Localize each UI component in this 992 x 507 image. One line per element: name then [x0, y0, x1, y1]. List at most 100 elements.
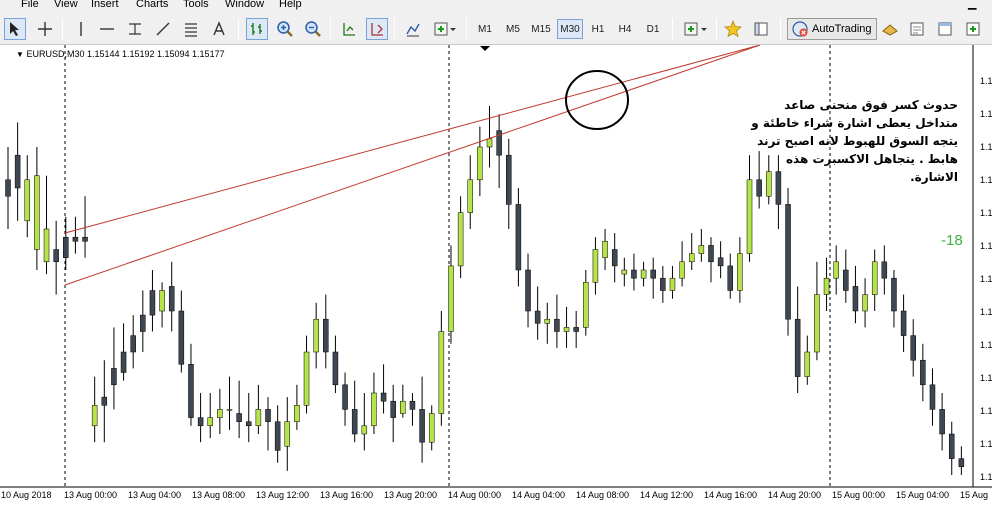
- trendline-lower: [64, 45, 761, 234]
- time-axis-label: 13 Aug 08:00: [192, 490, 246, 500]
- menu-file[interactable]: File: [21, 0, 39, 10]
- time-axis-label: 13 Aug 20:00: [384, 490, 438, 500]
- bear-candle: [958, 458, 965, 468]
- timeframe-m5[interactable]: M5: [502, 19, 524, 39]
- autoscroll-button[interactable]: [366, 18, 388, 40]
- channel-button[interactable]: [124, 18, 146, 40]
- bull-candle: [814, 294, 820, 353]
- bull-candle: [217, 409, 223, 418]
- time-axis-label: 13 Aug 00:00: [64, 490, 118, 500]
- timeframe-m1[interactable]: M1: [474, 19, 496, 39]
- strategy-tester-button[interactable]: [962, 18, 984, 40]
- bear-candle: [63, 236, 69, 258]
- channel-icon: [129, 23, 141, 35]
- crosshair-button[interactable]: [34, 18, 56, 40]
- new-order-button[interactable]: [680, 18, 712, 40]
- cursor-button[interactable]: [4, 18, 26, 40]
- trendline-button[interactable]: [152, 18, 174, 40]
- price-axis-label: 1.1: [980, 109, 992, 119]
- zoom-out-icon: [305, 21, 321, 37]
- bear-candle: [351, 409, 358, 435]
- price-axis-label: 1.1: [980, 406, 992, 416]
- timeframe-m15[interactable]: M15: [528, 19, 554, 39]
- horizontal-line-icon: [100, 28, 114, 30]
- bear-candle: [660, 277, 666, 291]
- menu-help[interactable]: Help: [279, 0, 302, 10]
- zoom-out-button[interactable]: [302, 18, 324, 40]
- horizontal-line-button[interactable]: [96, 18, 118, 40]
- bull-candle: [804, 351, 811, 377]
- toolbar: M1 M5 M15 M30 H1 H4 D1 AutoTrading: [0, 12, 992, 45]
- menu-insert[interactable]: Insert: [91, 0, 119, 10]
- timeframe-h4[interactable]: H4: [614, 19, 636, 39]
- toolbar-separator: [716, 18, 717, 40]
- history-icon: [882, 24, 898, 36]
- bull-candle: [592, 249, 599, 283]
- bear-candle: [785, 204, 791, 320]
- time-axis-label: 14 Aug 08:00: [576, 490, 630, 500]
- menu-view[interactable]: View: [54, 0, 78, 10]
- templates-icon: [434, 22, 456, 36]
- menu-window[interactable]: Window: [225, 0, 264, 10]
- bear-candle: [149, 290, 156, 316]
- menu-charts[interactable]: Charts: [136, 0, 168, 10]
- price-axis-label: 1.1: [980, 340, 992, 350]
- experts-button[interactable]: [906, 18, 928, 40]
- bull-candle: [669, 277, 676, 291]
- text-tool-icon: [213, 21, 225, 36]
- bull-candle: [361, 425, 368, 435]
- bear-candle: [390, 400, 396, 418]
- chart-shift-button[interactable]: [338, 18, 360, 40]
- bear-candle: [515, 204, 522, 271]
- bar-chart-button[interactable]: [246, 18, 268, 40]
- autotrading-button[interactable]: AutoTrading: [787, 18, 877, 40]
- star-icon: [724, 20, 742, 38]
- bear-candle: [82, 236, 88, 242]
- bull-candle: [486, 138, 493, 148]
- minimize-icon[interactable]: ▁: [968, 0, 976, 10]
- bear-candle: [236, 413, 242, 422]
- indicators-button[interactable]: [402, 18, 424, 40]
- time-axis-label: 14 Aug 16:00: [704, 490, 758, 500]
- bear-candle: [611, 249, 618, 267]
- vertical-line-button[interactable]: [70, 18, 92, 40]
- bear-candle: [409, 400, 416, 410]
- bear-candle: [631, 269, 637, 279]
- bear-candle: [534, 310, 541, 324]
- bear-candle: [342, 384, 348, 410]
- bear-candle: [506, 154, 512, 205]
- vertical-line-icon: [80, 22, 82, 36]
- autoscroll-icon: [371, 23, 383, 36]
- bear-candle: [168, 286, 175, 312]
- time-axis-label: 14 Aug 20:00: [768, 490, 822, 500]
- fibonacci-button[interactable]: [180, 18, 202, 40]
- terminal-icon: [938, 22, 952, 36]
- timeframe-d1[interactable]: D1: [642, 19, 664, 39]
- time-axis-label: 13 Aug 12:00: [256, 490, 310, 500]
- navigator-button[interactable]: [750, 18, 772, 40]
- bear-candle: [120, 351, 127, 373]
- bear-candle: [727, 265, 733, 291]
- favorites-button[interactable]: [722, 18, 744, 40]
- trendline-upper: [64, 45, 761, 286]
- chart-shift-marker-icon: [480, 46, 490, 51]
- history-center-button[interactable]: [879, 18, 901, 40]
- bear-candle: [140, 314, 146, 332]
- zoom-in-button[interactable]: [274, 18, 296, 40]
- menu-tools[interactable]: Tools: [183, 0, 209, 10]
- dropdown-triangle-icon[interactable]: ▼: [16, 50, 24, 59]
- bear-candle: [188, 364, 194, 418]
- timeframe-h1[interactable]: H1: [587, 19, 609, 39]
- bull-candle: [746, 179, 753, 254]
- bull-candle: [602, 241, 608, 258]
- crosshair-icon: [38, 22, 52, 36]
- terminal-button[interactable]: [934, 18, 956, 40]
- templates-button[interactable]: [430, 18, 460, 40]
- bull-candle: [371, 392, 377, 427]
- timeframe-m30[interactable]: M30: [557, 19, 583, 39]
- bear-candle: [948, 433, 955, 459]
- bear-candle: [554, 318, 560, 332]
- text-tool-button[interactable]: [208, 18, 230, 40]
- bar-chart-icon: [251, 23, 262, 35]
- toolbar-separator: [330, 18, 331, 40]
